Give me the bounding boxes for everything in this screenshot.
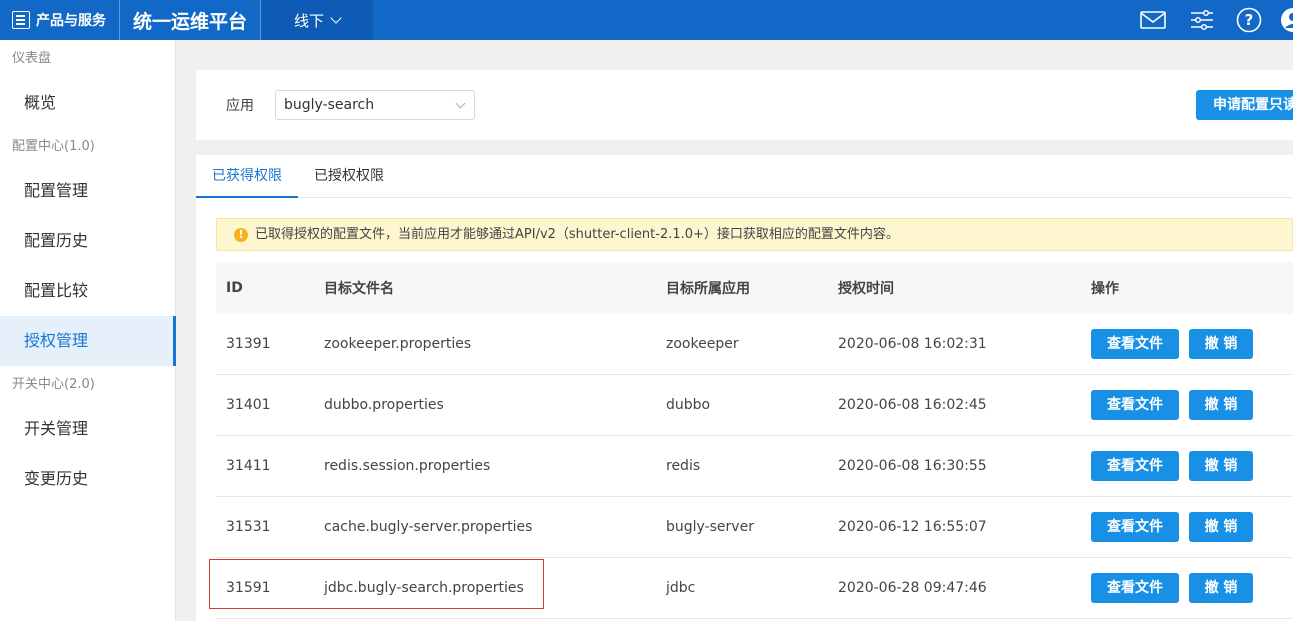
- sidebar: 仪表盘 概览 配置中心(1.0) 配置管理 配置历史 配置比较 授权管理 开关中…: [0, 40, 176, 621]
- view-file-button[interactable]: 查看文件: [1091, 573, 1179, 603]
- sidebar-item-change-history[interactable]: 变更历史: [0, 454, 175, 504]
- environment-label: 线下: [293, 11, 324, 30]
- row-actions: 查看文件 撤 销: [1091, 375, 1263, 435]
- header-id: ID: [226, 280, 243, 296]
- row-time: 2020-06-08 16:02:45: [838, 397, 987, 413]
- row-file: cache.bugly-server.properties: [324, 519, 533, 535]
- menu-list-icon: [12, 11, 30, 29]
- revoke-button[interactable]: 撤 销: [1189, 512, 1253, 542]
- chevron-down-icon: [455, 98, 466, 109]
- row-time: 2020-06-08 16:02:31: [838, 336, 987, 352]
- info-notice: ! 已取得授权的配置文件，当前应用才能够通过API/v2（shutter-cli…: [216, 218, 1293, 251]
- row-file: redis.session.properties: [324, 458, 491, 474]
- notice-text: 已取得授权的配置文件，当前应用才能够通过API/v2（shutter-clien…: [255, 227, 899, 242]
- row-app: redis: [666, 458, 701, 474]
- revoke-button[interactable]: 撤 销: [1189, 451, 1253, 481]
- sidebar-item-overview[interactable]: 概览: [0, 78, 175, 128]
- row-app: zookeeper: [666, 336, 739, 352]
- sidebar-group-config-center: 配置中心(1.0): [12, 139, 95, 154]
- table-header: ID 目标文件名 目标所属应用 授权时间 操作: [216, 262, 1293, 314]
- row-app: bugly-server: [666, 519, 754, 535]
- view-file-button[interactable]: 查看文件: [1091, 390, 1179, 420]
- products-menu[interactable]: 产品与服务: [0, 0, 119, 40]
- app-label: 应用: [226, 98, 254, 114]
- tab-obtained-permissions[interactable]: 已获得权限: [196, 155, 298, 198]
- row-file: zookeeper.properties: [324, 336, 472, 352]
- row-time: 2020-06-12 16:55:07: [838, 519, 987, 535]
- row-id: 31391: [226, 336, 271, 352]
- header-actions: 操作: [1091, 281, 1119, 297]
- mail-icon[interactable]: [1139, 6, 1167, 34]
- row-file: dubbo.properties: [324, 397, 444, 413]
- table-row: 31411 redis.session.properties redis 202…: [216, 436, 1293, 497]
- header-target-app: 目标所属应用: [666, 281, 750, 297]
- row-actions: 查看文件 撤 销: [1091, 314, 1263, 374]
- top-bar: 产品与服务 统一运维平台 线下 ?: [0, 0, 1293, 40]
- sidebar-item-config-management[interactable]: 配置管理: [0, 166, 175, 216]
- sidebar-item-switch-management[interactable]: 开关管理: [0, 404, 175, 454]
- chevron-down-icon: [330, 11, 342, 24]
- svg-text:?: ?: [1245, 11, 1254, 29]
- platform-title: 统一运维平台: [132, 10, 247, 33]
- row-time: 2020-06-08 16:30:55: [838, 458, 987, 474]
- view-file-button[interactable]: 查看文件: [1091, 329, 1179, 359]
- tab-bar: 已获得权限 已授权权限: [196, 155, 1293, 198]
- permissions-table: ID 目标文件名 目标所属应用 授权时间 操作 31391 zookeeper.…: [216, 262, 1293, 619]
- revoke-button[interactable]: 撤 销: [1189, 329, 1253, 359]
- table-row: 31401 dubbo.properties dubbo 2020-06-08 …: [216, 375, 1293, 436]
- settings-sliders-icon[interactable]: [1188, 6, 1216, 34]
- row-time: 2020-06-28 09:47:46: [838, 580, 987, 596]
- table-row: 31531 cache.bugly-server.properties bugl…: [216, 497, 1293, 558]
- row-app: dubbo: [666, 397, 711, 413]
- sidebar-item-config-history[interactable]: 配置历史: [0, 216, 175, 266]
- app-select[interactable]: bugly-search: [275, 90, 475, 120]
- row-id: 31531: [226, 519, 271, 535]
- row-id: 31591: [226, 580, 271, 596]
- filter-panel: 应用 bugly-search 申请配置只读: [196, 70, 1293, 140]
- revoke-button[interactable]: 撤 销: [1189, 390, 1253, 420]
- sidebar-item-config-compare[interactable]: 配置比较: [0, 266, 175, 316]
- apply-readonly-button[interactable]: 申请配置只读: [1196, 90, 1293, 120]
- sidebar-group-switch-center: 开关中心(2.0): [12, 377, 95, 392]
- environment-dropdown[interactable]: 线下: [261, 0, 373, 40]
- row-actions: 查看文件 撤 销: [1091, 558, 1263, 618]
- products-label: 产品与服务: [36, 13, 106, 29]
- user-avatar-icon[interactable]: [1279, 6, 1293, 34]
- warning-icon: !: [234, 228, 248, 242]
- header-file-name: 目标文件名: [324, 281, 394, 297]
- row-actions: 查看文件 撤 销: [1091, 436, 1263, 496]
- row-id: 31411: [226, 458, 271, 474]
- header-auth-time: 授权时间: [838, 281, 894, 297]
- sidebar-item-authorization[interactable]: 授权管理: [0, 316, 176, 366]
- tab-granted-permissions[interactable]: 已授权权限: [298, 155, 400, 198]
- help-icon[interactable]: ?: [1235, 6, 1263, 34]
- row-app: jdbc: [666, 580, 696, 596]
- view-file-button[interactable]: 查看文件: [1091, 512, 1179, 542]
- app-select-value: bugly-search: [284, 97, 375, 113]
- view-file-button[interactable]: 查看文件: [1091, 451, 1179, 481]
- revoke-button[interactable]: 撤 销: [1189, 573, 1253, 603]
- table-row: 31591 jdbc.bugly-search.properties jdbc …: [216, 558, 1293, 619]
- permissions-panel: 已获得权限 已授权权限 ! 已取得授权的配置文件，当前应用才能够通过API/v2…: [196, 155, 1293, 621]
- row-id: 31401: [226, 397, 271, 413]
- row-file: jdbc.bugly-search.properties: [324, 580, 524, 596]
- row-actions: 查看文件 撤 销: [1091, 497, 1263, 557]
- sidebar-group-dashboard: 仪表盘: [12, 51, 52, 66]
- table-row: 31391 zookeeper.properties zookeeper 202…: [216, 314, 1293, 375]
